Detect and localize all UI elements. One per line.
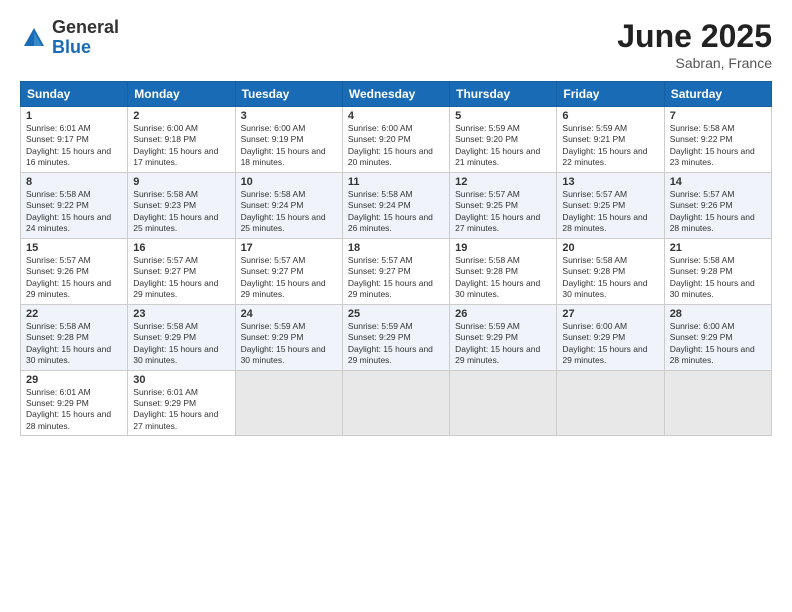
week-1: 1 Sunrise: 6:01 AMSunset: 9:17 PMDayligh… bbox=[21, 107, 772, 173]
day-18: 18 Sunrise: 5:57 AMSunset: 9:27 PMDaylig… bbox=[342, 238, 449, 304]
col-sunday: Sunday bbox=[21, 82, 128, 107]
day-25: 25 Sunrise: 5:59 AMSunset: 9:29 PMDaylig… bbox=[342, 304, 449, 370]
week-2: 8 Sunrise: 5:58 AMSunset: 9:22 PMDayligh… bbox=[21, 172, 772, 238]
day-2: 2 Sunrise: 6:00 AMSunset: 9:18 PMDayligh… bbox=[128, 107, 235, 173]
day-12: 12 Sunrise: 5:57 AMSunset: 9:25 PMDaylig… bbox=[450, 172, 557, 238]
month-title: June 2025 bbox=[617, 18, 772, 55]
empty-cell bbox=[342, 370, 449, 436]
day-24: 24 Sunrise: 5:59 AMSunset: 9:29 PMDaylig… bbox=[235, 304, 342, 370]
day-14: 14 Sunrise: 5:57 AMSunset: 9:26 PMDaylig… bbox=[664, 172, 771, 238]
day-13: 13 Sunrise: 5:57 AMSunset: 9:25 PMDaylig… bbox=[557, 172, 664, 238]
logo-general: General bbox=[52, 18, 119, 38]
logo: General Blue bbox=[20, 18, 119, 58]
day-6: 6 Sunrise: 5:59 AMSunset: 9:21 PMDayligh… bbox=[557, 107, 664, 173]
col-friday: Friday bbox=[557, 82, 664, 107]
day-9: 9 Sunrise: 5:58 AMSunset: 9:23 PMDayligh… bbox=[128, 172, 235, 238]
calendar: Sunday Monday Tuesday Wednesday Thursday… bbox=[20, 81, 772, 436]
day-16: 16 Sunrise: 5:57 AMSunset: 9:27 PMDaylig… bbox=[128, 238, 235, 304]
day-23: 23 Sunrise: 5:58 AMSunset: 9:29 PMDaylig… bbox=[128, 304, 235, 370]
day-29: 29 Sunrise: 6:01 AMSunset: 9:29 PMDaylig… bbox=[21, 370, 128, 436]
day-3: 3 Sunrise: 6:00 AMSunset: 9:19 PMDayligh… bbox=[235, 107, 342, 173]
day-22: 22 Sunrise: 5:58 AMSunset: 9:28 PMDaylig… bbox=[21, 304, 128, 370]
day-4: 4 Sunrise: 6:00 AMSunset: 9:20 PMDayligh… bbox=[342, 107, 449, 173]
day-5: 5 Sunrise: 5:59 AMSunset: 9:20 PMDayligh… bbox=[450, 107, 557, 173]
week-5: 29 Sunrise: 6:01 AMSunset: 9:29 PMDaylig… bbox=[21, 370, 772, 436]
col-thursday: Thursday bbox=[450, 82, 557, 107]
location: Sabran, France bbox=[617, 55, 772, 71]
day-26: 26 Sunrise: 5:59 AMSunset: 9:29 PMDaylig… bbox=[450, 304, 557, 370]
empty-cell bbox=[557, 370, 664, 436]
col-monday: Monday bbox=[128, 82, 235, 107]
week-3: 15 Sunrise: 5:57 AMSunset: 9:26 PMDaylig… bbox=[21, 238, 772, 304]
empty-cell bbox=[664, 370, 771, 436]
day-7: 7 Sunrise: 5:58 AMSunset: 9:22 PMDayligh… bbox=[664, 107, 771, 173]
logo-icon bbox=[20, 24, 48, 52]
title-block: June 2025 Sabran, France bbox=[617, 18, 772, 71]
day-30: 30 Sunrise: 6:01 AMSunset: 9:29 PMDaylig… bbox=[128, 370, 235, 436]
logo-blue: Blue bbox=[52, 38, 119, 58]
day-11: 11 Sunrise: 5:58 AMSunset: 9:24 PMDaylig… bbox=[342, 172, 449, 238]
day-15: 15 Sunrise: 5:57 AMSunset: 9:26 PMDaylig… bbox=[21, 238, 128, 304]
day-28: 28 Sunrise: 6:00 AMSunset: 9:29 PMDaylig… bbox=[664, 304, 771, 370]
day-21: 21 Sunrise: 5:58 AMSunset: 9:28 PMDaylig… bbox=[664, 238, 771, 304]
day-1: 1 Sunrise: 6:01 AMSunset: 9:17 PMDayligh… bbox=[21, 107, 128, 173]
day-8: 8 Sunrise: 5:58 AMSunset: 9:22 PMDayligh… bbox=[21, 172, 128, 238]
empty-cell bbox=[235, 370, 342, 436]
empty-cell bbox=[450, 370, 557, 436]
col-wednesday: Wednesday bbox=[342, 82, 449, 107]
week-4: 22 Sunrise: 5:58 AMSunset: 9:28 PMDaylig… bbox=[21, 304, 772, 370]
header: General Blue June 2025 Sabran, France bbox=[20, 18, 772, 71]
day-20: 20 Sunrise: 5:58 AMSunset: 9:28 PMDaylig… bbox=[557, 238, 664, 304]
col-tuesday: Tuesday bbox=[235, 82, 342, 107]
day-19: 19 Sunrise: 5:58 AMSunset: 9:28 PMDaylig… bbox=[450, 238, 557, 304]
day-27: 27 Sunrise: 6:00 AMSunset: 9:29 PMDaylig… bbox=[557, 304, 664, 370]
day-10: 10 Sunrise: 5:58 AMSunset: 9:24 PMDaylig… bbox=[235, 172, 342, 238]
logo-text: General Blue bbox=[52, 18, 119, 58]
col-saturday: Saturday bbox=[664, 82, 771, 107]
page: General Blue June 2025 Sabran, France Su… bbox=[0, 0, 792, 446]
header-row: Sunday Monday Tuesday Wednesday Thursday… bbox=[21, 82, 772, 107]
day-17: 17 Sunrise: 5:57 AMSunset: 9:27 PMDaylig… bbox=[235, 238, 342, 304]
